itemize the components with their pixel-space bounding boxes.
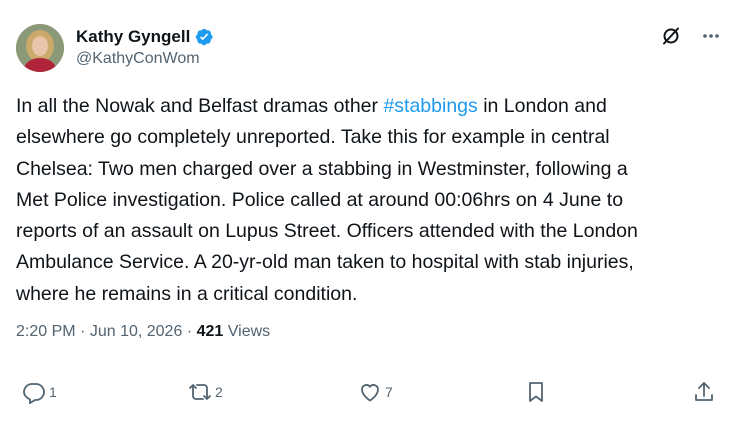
bookmark-button[interactable] <box>524 380 548 404</box>
tweet-meta: 2:20 PM · Jun 10, 2026 · 421 Views <box>16 323 270 341</box>
like-count: 7 <box>385 384 393 400</box>
tweet-line: elsewhere go completely unreported. Take… <box>16 126 610 149</box>
hashtag-link[interactable]: #stabbings <box>383 95 477 117</box>
share-button[interactable] <box>692 380 716 404</box>
grok-icon[interactable] <box>661 26 681 46</box>
share-icon <box>695 382 713 401</box>
author-handle[interactable]: @KathyConWom <box>76 50 214 68</box>
tweet-line: Chelsea: Two men charged over a stabbing… <box>16 157 628 180</box>
tweet-line-text: In all the Nowak and Belfast dramas othe… <box>16 95 384 117</box>
tweet-line-text: in London and <box>477 95 607 117</box>
like-button[interactable]: 7 <box>358 380 393 404</box>
tweet-date[interactable]: Jun 10, 2026 <box>90 323 183 340</box>
author-info: Kathy Gyngell @KathyConWom <box>76 26 214 68</box>
tweet-line: In all the Nowak and Belfast dramas othe… <box>16 91 731 122</box>
tweet-time[interactable]: 2:20 PM <box>16 323 76 340</box>
repost-count: 2 <box>215 384 223 400</box>
tweet-line: where he remains in a critical condition… <box>16 282 358 305</box>
reply-count: 1 <box>49 384 57 400</box>
heart-icon <box>361 384 379 402</box>
tweet-actions-bar: 1 2 7 <box>0 380 743 412</box>
views-label: Views <box>227 323 271 340</box>
verified-badge-icon <box>194 27 214 47</box>
meta-separator: · <box>80 323 86 340</box>
tweet-line: Met Police investigation. Police called … <box>16 188 624 211</box>
tweet-line: reports of an assault on Lupus Street. O… <box>16 220 638 243</box>
avatar-image <box>16 24 64 72</box>
tweet-top-actions <box>661 26 721 46</box>
meta-separator: · <box>186 323 193 340</box>
reply-icon <box>23 383 45 404</box>
avatar[interactable] <box>16 24 64 72</box>
repost-button[interactable]: 2 <box>188 380 223 404</box>
reply-button[interactable]: 1 <box>22 380 57 404</box>
tweet-text: In all the Nowak and Belfast dramas othe… <box>16 91 731 310</box>
tweet-line: Ambulance Service. A 20-yr-old man taken… <box>16 251 634 274</box>
repost-icon <box>189 384 211 400</box>
views-count: 421 <box>196 323 224 340</box>
author-name[interactable]: Kathy Gyngell <box>76 27 190 47</box>
bookmark-icon <box>529 382 543 402</box>
more-options-icon[interactable] <box>701 26 721 46</box>
